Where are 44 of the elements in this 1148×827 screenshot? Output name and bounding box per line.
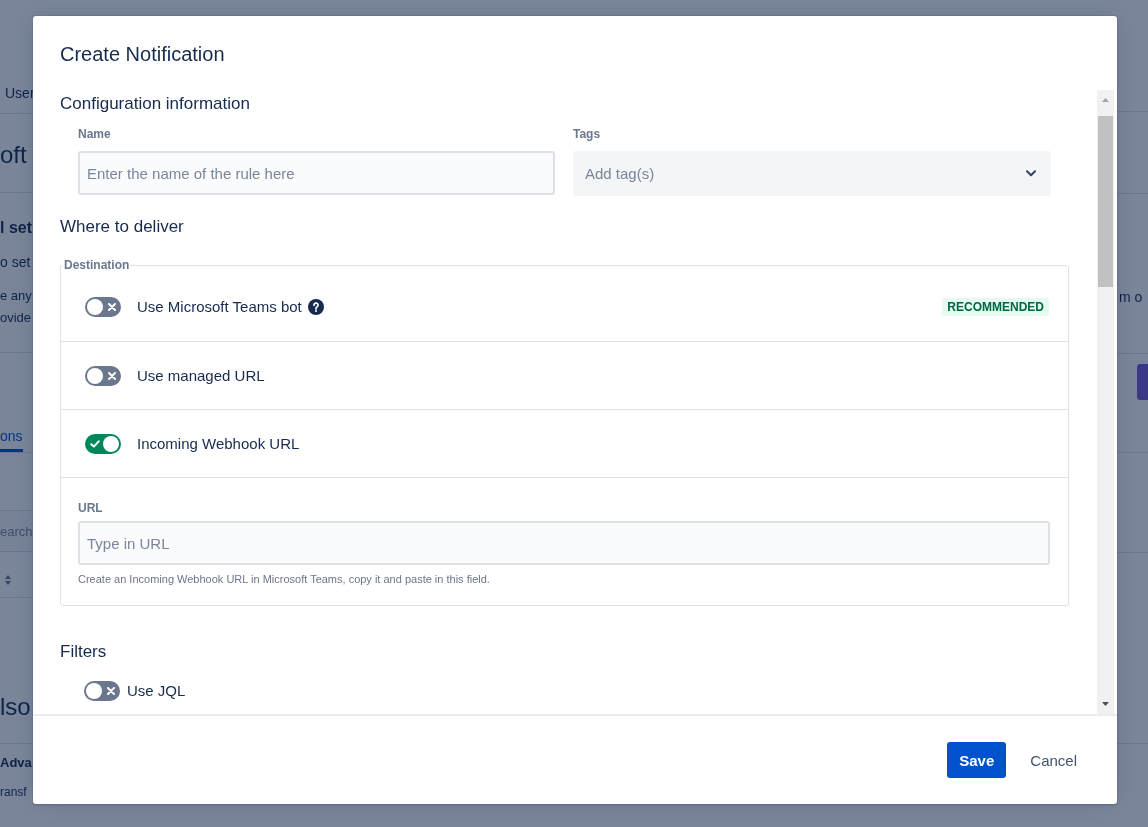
section-heading: lso (0, 693, 31, 721)
description-text: o set (0, 253, 31, 271)
sort-icon[interactable] (5, 575, 11, 585)
save-button[interactable]: Save (947, 742, 1007, 778)
chevron-down-icon (1026, 170, 1036, 177)
helper-text: Create an Incoming Webhook URL in Microsoft Teams, copy it and paste in this field. (78, 572, 490, 586)
dialog-title: Create Notification (60, 42, 225, 66)
toggle-switch[interactable] (85, 433, 121, 454)
help-icon[interactable] (307, 299, 324, 315)
field-label: Destination (63, 257, 131, 273)
card-text: ransf (0, 785, 27, 799)
cancel-button[interactable]: Cancel (1018, 742, 1089, 778)
section-heading: l set (0, 218, 32, 238)
description-text: m o (1119, 288, 1143, 306)
option-label: Incoming Webhook URL (137, 433, 300, 454)
option-label: Use JQL (127, 681, 186, 701)
field-label: Tags (573, 126, 601, 142)
field-label: Name (78, 126, 111, 142)
section-heading: Filters (60, 642, 107, 662)
scroll-down-icon[interactable] (1102, 702, 1109, 706)
check-icon (90, 439, 100, 448)
breadcrumb-link[interactable]: User (5, 85, 35, 101)
tags-select[interactable]: Add tag(s) (573, 151, 1051, 196)
field-label: URL (78, 500, 103, 516)
cross-icon (108, 371, 116, 380)
toggle-switch[interactable] (84, 681, 120, 701)
cross-icon (108, 303, 116, 311)
section-heading: Where to deliver (60, 217, 184, 237)
card-title: Adva (0, 755, 32, 771)
name-input[interactable]: Enter the name of the rule here (78, 151, 555, 195)
scrollbar[interactable] (1097, 90, 1114, 714)
option-label: Use Microsoft Teams bot (137, 297, 302, 317)
cross-icon (107, 687, 115, 695)
option-label: Use managed URL (137, 365, 265, 386)
search-field[interactable]: earch (0, 510, 33, 552)
toggle-switch[interactable] (85, 297, 121, 317)
scroll-thumb[interactable] (1098, 116, 1113, 287)
description-text: ovide (0, 309, 32, 327)
url-input[interactable]: Type in URL (78, 521, 1050, 565)
description-text: e any (0, 287, 32, 305)
section-heading: Configuration information (60, 94, 250, 114)
recommended-badge: RECOMMENDED (942, 298, 1049, 316)
toggle-switch[interactable] (85, 365, 121, 386)
page-heading: oft (0, 141, 27, 169)
